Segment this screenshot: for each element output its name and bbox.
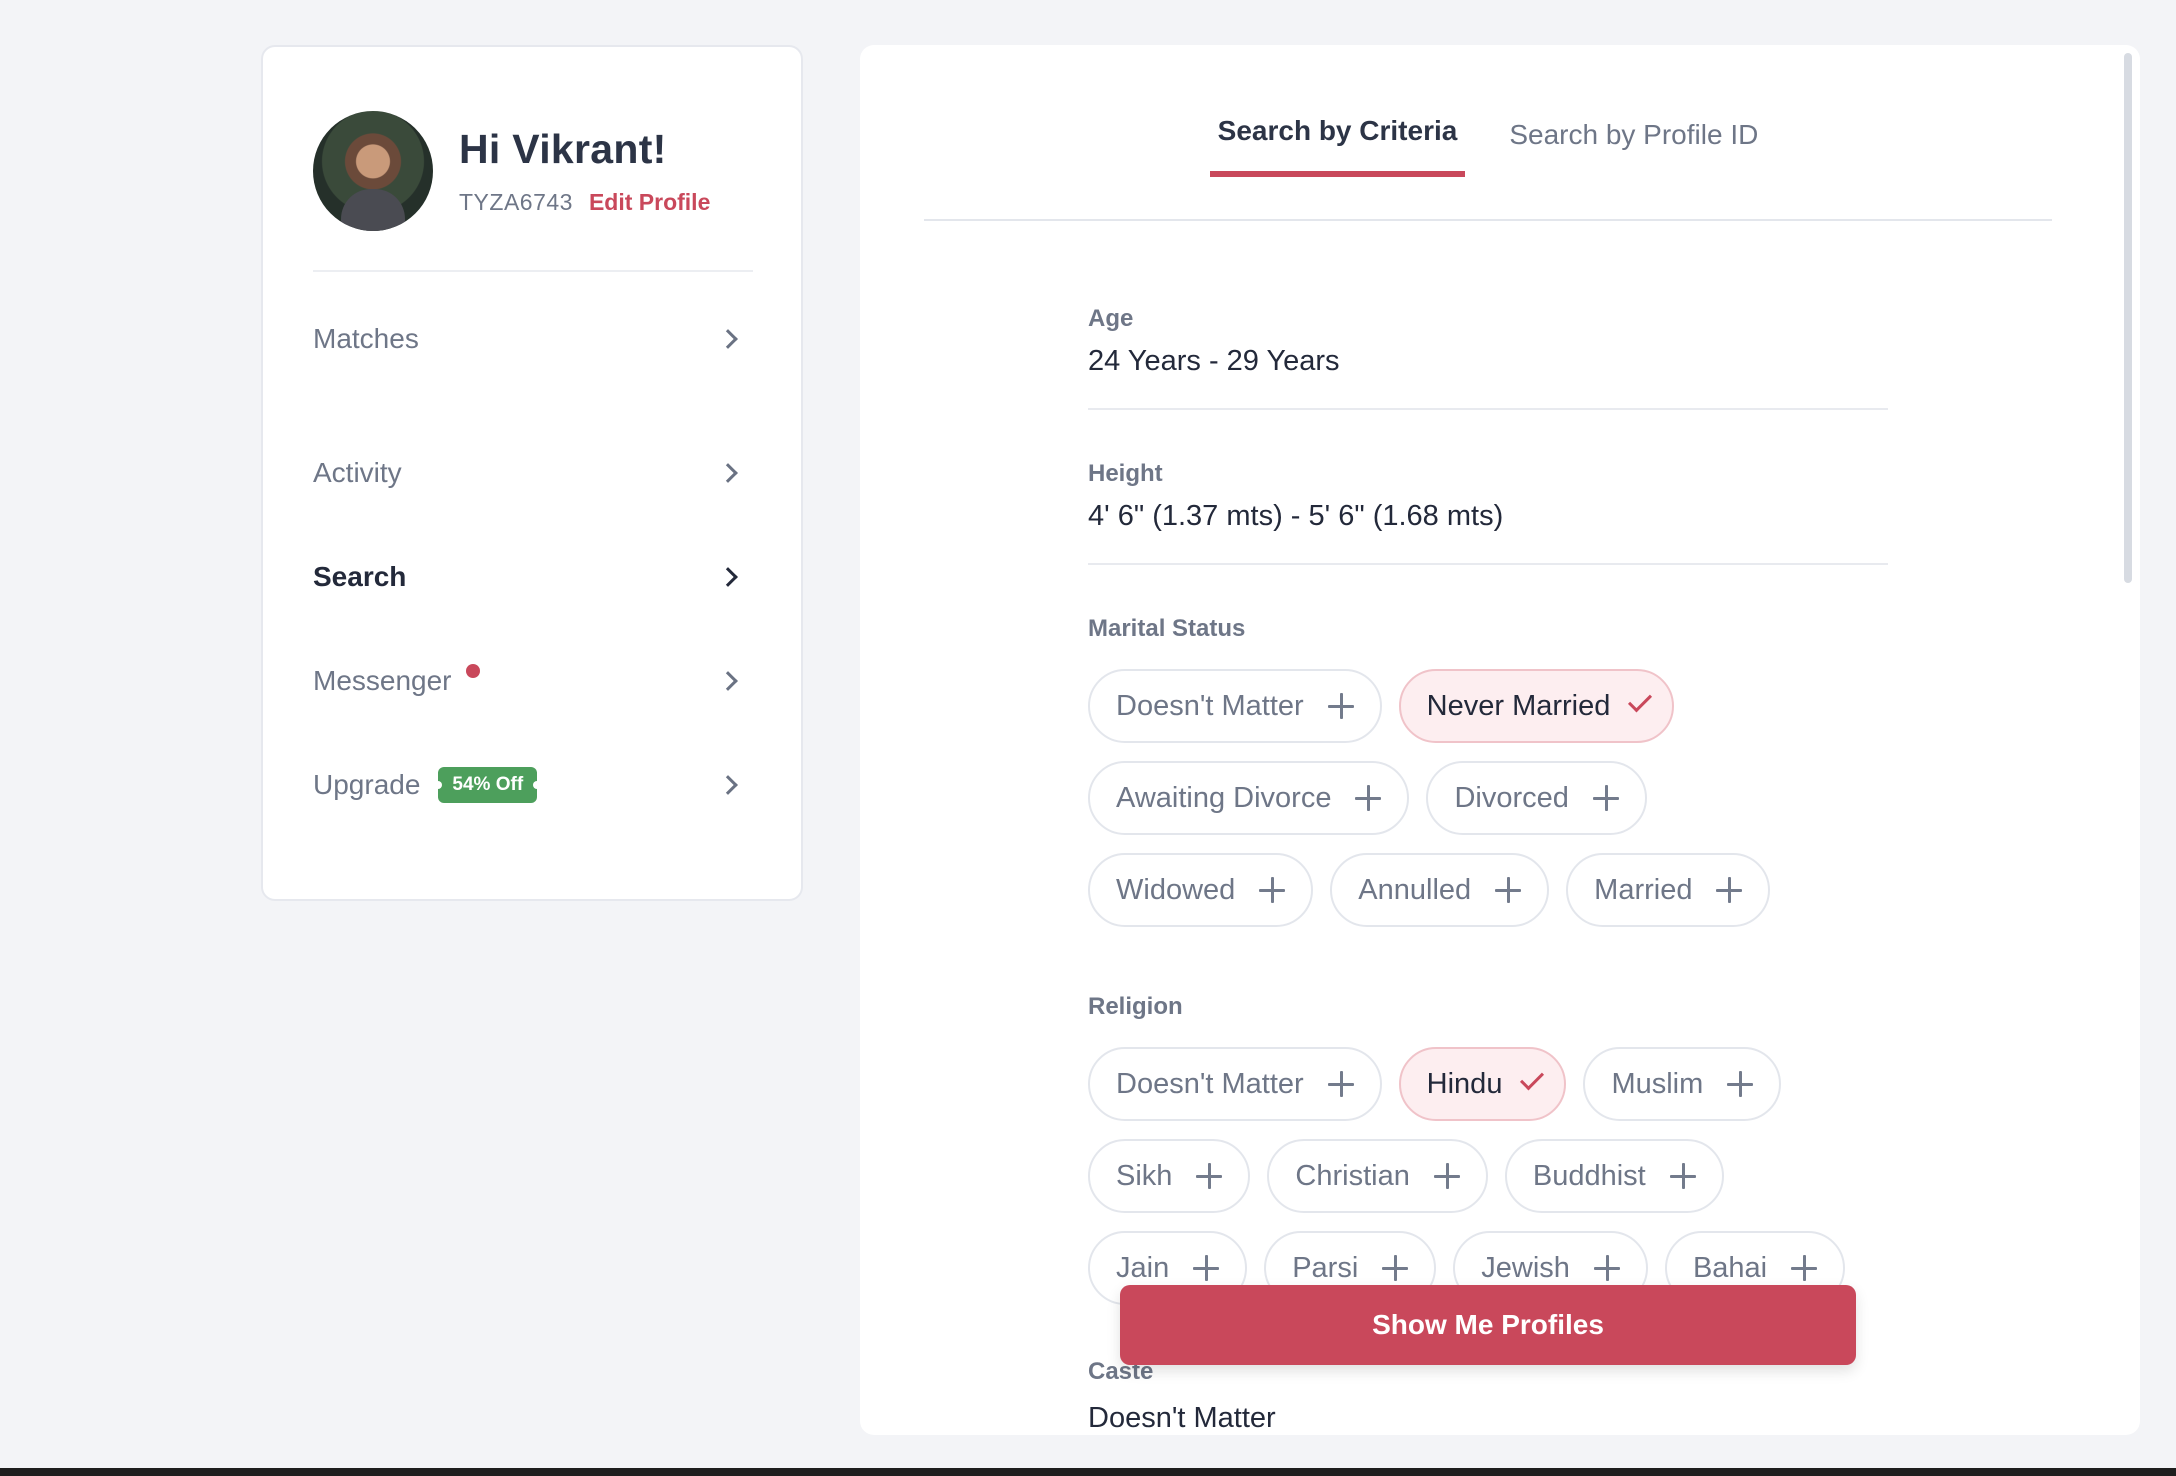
sidebar-item-label: Upgrade bbox=[313, 769, 421, 800]
religion-options: Doesn't Matter Hindu Muslim Sikh Christi… bbox=[1088, 1047, 1888, 1305]
sidebar-item-label: Messenger bbox=[313, 665, 452, 696]
religion-label: Religion bbox=[1088, 993, 1183, 1020]
plus-icon bbox=[1382, 1255, 1409, 1281]
discount-badge: 54% Off bbox=[438, 767, 538, 803]
sidebar-item-label: Search bbox=[313, 561, 407, 592]
chip-label: Doesn't Matter bbox=[1116, 689, 1304, 722]
marital-status-label: Marital Status bbox=[1088, 615, 1246, 642]
age-field[interactable]: Age 24 Years - 29 Years bbox=[1088, 305, 1888, 410]
sidebar-item-label: Matches bbox=[313, 323, 419, 354]
chevron-right-icon bbox=[718, 463, 738, 483]
plus-icon bbox=[1593, 1255, 1620, 1281]
sidebar-item-activity[interactable]: Activity bbox=[313, 421, 743, 525]
religion-chip-muslim[interactable]: Muslim bbox=[1583, 1047, 1782, 1121]
chip-label: Jain bbox=[1116, 1251, 1170, 1284]
plus-icon bbox=[1791, 1255, 1818, 1281]
sidebar-item-upgrade[interactable]: Upgrade 54% Off bbox=[313, 733, 743, 837]
marital-chip-widowed[interactable]: Widowed bbox=[1088, 853, 1314, 927]
chevron-right-icon bbox=[718, 567, 738, 587]
religion-chip-hindu[interactable]: Hindu bbox=[1398, 1047, 1567, 1121]
chip-label: Annulled bbox=[1358, 873, 1472, 906]
chip-label: Bahai bbox=[1692, 1251, 1768, 1284]
sidebar-item-matches[interactable]: Matches bbox=[313, 317, 743, 361]
age-value: 24 Years - 29 Years bbox=[1088, 345, 1340, 377]
chip-label: Sikh bbox=[1116, 1159, 1173, 1192]
plus-icon bbox=[1433, 1163, 1460, 1189]
plus-icon bbox=[1669, 1163, 1696, 1189]
religion-chip-christian[interactable]: Christian bbox=[1267, 1139, 1488, 1213]
chip-label: Parsi bbox=[1292, 1251, 1359, 1284]
chevron-right-icon bbox=[718, 329, 738, 349]
caste-field[interactable]: Caste Doesn't Matter bbox=[1088, 1358, 1276, 1435]
chip-label: Married bbox=[1594, 873, 1693, 906]
plus-icon bbox=[1327, 693, 1354, 719]
plus-icon bbox=[1592, 785, 1619, 811]
height-label: Height bbox=[1088, 460, 1163, 487]
search-panel: Search by Criteria Search by Profile ID … bbox=[860, 45, 2140, 1435]
avatar[interactable] bbox=[313, 111, 433, 231]
sidebar-item-label: Activity bbox=[313, 457, 402, 488]
show-me-profiles-button[interactable]: Show Me Profiles bbox=[1120, 1285, 1856, 1365]
chip-label: Hindu bbox=[1426, 1067, 1503, 1100]
sidebar-item-search[interactable]: Search bbox=[313, 525, 743, 629]
chip-label: Buddhist bbox=[1532, 1159, 1646, 1192]
chip-label: Divorced bbox=[1454, 781, 1569, 814]
height-value: 4' 6" (1.37 mts) - 5' 6" (1.68 mts) bbox=[1088, 500, 1504, 532]
chevron-right-icon bbox=[718, 775, 738, 795]
chip-label: Muslim bbox=[1611, 1067, 1704, 1100]
profile-sidebar: Hi Vikrant! TYZA6743 Edit Profile Matche… bbox=[261, 45, 803, 901]
caste-value: Doesn't Matter bbox=[1088, 1402, 1276, 1434]
sidebar-nav: Matches Activity Search Messenger Upgrad… bbox=[313, 317, 743, 837]
tab-search-by-profile-id[interactable]: Search by Profile ID bbox=[1501, 71, 1766, 179]
marital-status-options: Doesn't Matter Never Married Awaiting Di… bbox=[1088, 669, 1888, 927]
plus-icon bbox=[1327, 1071, 1354, 1097]
search-form: Age 24 Years - 29 Years Height 4' 6" (1.… bbox=[1088, 305, 1888, 1371]
marital-chip-annulled[interactable]: Annulled bbox=[1330, 853, 1550, 927]
chip-label: Awaiting Divorce bbox=[1116, 781, 1332, 814]
divider bbox=[313, 270, 753, 272]
chip-label: Jewish bbox=[1481, 1251, 1570, 1284]
chip-label: Doesn't Matter bbox=[1116, 1067, 1304, 1100]
plus-icon bbox=[1495, 877, 1522, 903]
search-tabs: Search by Criteria Search by Profile ID bbox=[924, 115, 2052, 221]
notification-dot bbox=[465, 664, 480, 678]
greeting: Hi Vikrant! bbox=[459, 126, 667, 172]
check-icon bbox=[1628, 688, 1653, 713]
chip-label: Widowed bbox=[1116, 873, 1236, 906]
tab-search-by-criteria[interactable]: Search by Criteria bbox=[1209, 71, 1466, 177]
religion-chip-doesnt-matter[interactable]: Doesn't Matter bbox=[1088, 1047, 1382, 1121]
chevron-right-icon bbox=[718, 671, 738, 691]
age-label: Age bbox=[1088, 305, 1134, 332]
plus-icon bbox=[1259, 877, 1286, 903]
profile-header: Hi Vikrant! TYZA6743 Edit Profile bbox=[313, 111, 710, 231]
marital-chip-divorced[interactable]: Divorced bbox=[1426, 761, 1647, 835]
marital-chip-never-married[interactable]: Never Married bbox=[1398, 669, 1675, 743]
plus-icon bbox=[1716, 877, 1743, 903]
height-field[interactable]: Height 4' 6" (1.37 mts) - 5' 6" (1.68 mt… bbox=[1088, 460, 1888, 565]
edit-profile-link[interactable]: Edit Profile bbox=[589, 189, 710, 216]
bottom-edge bbox=[0, 1468, 2176, 1476]
scrollbar[interactable] bbox=[2124, 53, 2132, 583]
chip-label: Christian bbox=[1295, 1159, 1410, 1192]
plus-icon bbox=[1355, 785, 1382, 811]
profile-id: TYZA6743 bbox=[459, 189, 573, 215]
sidebar-item-messenger[interactable]: Messenger bbox=[313, 629, 743, 733]
check-icon bbox=[1520, 1066, 1545, 1091]
religion-chip-buddhist[interactable]: Buddhist bbox=[1504, 1139, 1724, 1213]
marital-chip-married[interactable]: Married bbox=[1566, 853, 1771, 927]
chip-label: Never Married bbox=[1426, 689, 1611, 722]
marital-chip-awaiting-divorce[interactable]: Awaiting Divorce bbox=[1088, 761, 1410, 835]
religion-chip-sikh[interactable]: Sikh bbox=[1088, 1139, 1251, 1213]
plus-icon bbox=[1727, 1071, 1754, 1097]
marital-chip-doesnt-matter[interactable]: Doesn't Matter bbox=[1088, 669, 1382, 743]
plus-icon bbox=[1193, 1255, 1220, 1281]
plus-icon bbox=[1196, 1163, 1223, 1189]
